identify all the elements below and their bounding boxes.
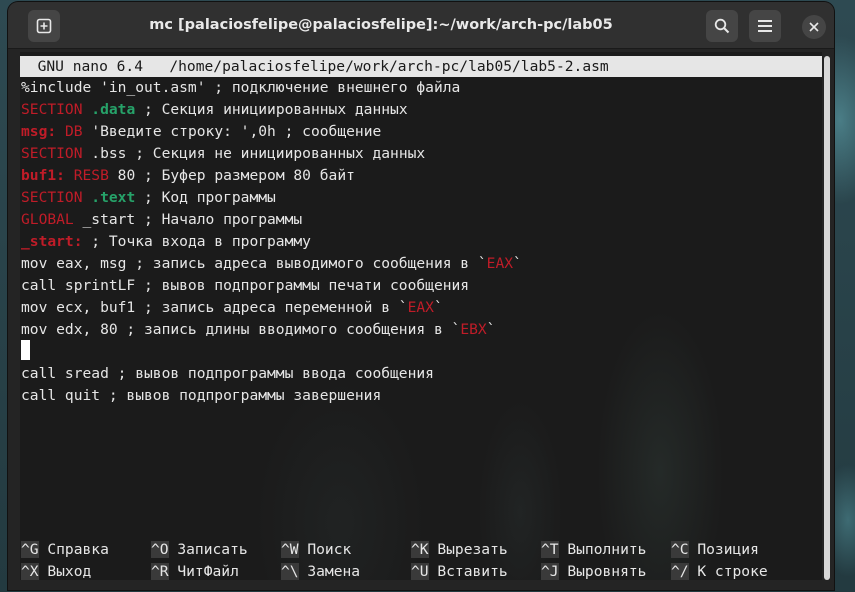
shortcut-key: ^/ (671, 563, 689, 580)
new-tab-glyph (36, 18, 52, 34)
shortcut-key: ^\ (281, 563, 299, 580)
editor-line[interactable]: SECTION .data ; Секция инициированных да… (21, 99, 408, 121)
code-token: ` (513, 255, 522, 272)
shortcut-key: ^T (541, 541, 559, 558)
shortcut-item[interactable]: ^W Поиск (281, 539, 351, 561)
shortcut-label: Выровнять (558, 563, 647, 580)
shortcut-label: Вырезать (428, 541, 508, 558)
code-token: .bss ; Секция не инициированных данных (82, 145, 426, 162)
window-title: mc [palaciosfelipe@palaciosfelipe]:~/wor… (149, 17, 613, 33)
shortcut-label: Вставить (428, 563, 508, 580)
code-token: mov ecx, buf1 ; запись адреса переменной… (21, 299, 408, 316)
code-token: .data (91, 101, 136, 118)
shortcut-key: ^X (21, 563, 39, 580)
search-glyph (714, 18, 730, 34)
shortcut-label: Справка (38, 541, 109, 558)
shortcut-label: Замена (298, 563, 361, 580)
shortcut-item[interactable]: ^O Записать (151, 539, 248, 561)
code-token: RESB (73, 167, 109, 184)
shortcut-item[interactable]: ^X Выход (21, 561, 91, 583)
code-token: 80 ; Буфер размером 80 байт (108, 167, 355, 184)
editor-line[interactable]: call sread ; вывов подпрограммы ввода со… (21, 363, 434, 385)
shortcut-item[interactable]: ^J Выровнять (541, 561, 646, 583)
editor-line[interactable]: mov edx, 80 ; запись длины вводимого соо… (21, 319, 495, 341)
shortcut-item[interactable]: ^C Позиция (671, 539, 759, 561)
code-token: mov eax, msg ; запись адреса выводимого … (21, 255, 487, 272)
code-token: 'Введите строку: ',0h ; сообщение (82, 123, 382, 140)
close-icon[interactable] (802, 15, 826, 39)
editor-line[interactable]: _start: ; Точка входа в программу (21, 231, 311, 253)
editor-line[interactable]: mov eax, msg ; запись адреса выводимого … (21, 253, 522, 275)
editor-line[interactable]: %include 'in_out.asm' ; подключение внеш… (21, 77, 460, 99)
code-token: ; Секция инициированных данных (135, 101, 408, 118)
code-token: EAX (407, 299, 434, 316)
editor-line[interactable]: call sprintLF ; вывов подпрограммы печат… (21, 275, 469, 297)
shortcut-label: Поиск (298, 541, 352, 558)
shortcut-item[interactable]: ^K Вырезать (411, 539, 508, 561)
code-token: SECTION (21, 145, 83, 162)
text-cursor (21, 340, 30, 360)
nano-header: GNU nano 6.4 /home/palaciosfelipe/work/a… (20, 56, 822, 77)
code-token: .text (91, 189, 136, 206)
editor-line[interactable]: SECTION .bss ; Секция не инициированных … (21, 143, 425, 165)
shortcut-item[interactable]: ^G Справка (21, 539, 109, 561)
close-glyph (809, 22, 819, 32)
shortcut-label: Позиция (688, 541, 759, 558)
code-token: SECTION (21, 101, 92, 118)
code-token: EBX (460, 321, 487, 338)
shortcut-item[interactable]: ^T Выполнить (541, 539, 646, 561)
editor-line[interactable]: msg: DB 'Введите строку: ',0h ; сообщени… (21, 121, 381, 143)
code-token: ; Точка входа в программу (82, 233, 311, 250)
code-token: %include 'in_out.asm' ; подключение внеш… (21, 79, 461, 96)
shortcut-item[interactable]: ^U Вставить (411, 561, 508, 583)
editor-line[interactable]: SECTION .text ; Код программы (21, 187, 276, 209)
new-tab-icon[interactable] (28, 10, 60, 42)
code-token: call sread ; вывов подпрограммы ввода со… (21, 365, 434, 382)
shortcut-key: ^K (411, 541, 429, 558)
terminal-window: mc [palaciosfelipe@palaciosfelipe]:~/wor… (8, 2, 834, 590)
code-token: ` (486, 321, 496, 338)
code-token: call quit ; вывов подпрограммы завершени… (21, 387, 382, 404)
shortcut-key: ^O (151, 541, 169, 558)
code-token: buf1: (21, 167, 65, 184)
shortcut-key: ^J (541, 563, 559, 580)
scrollbar[interactable] (824, 56, 830, 580)
editor-line[interactable]: call quit ; вывов подпрограммы завершени… (21, 385, 381, 407)
code-token: _start: (21, 233, 83, 250)
shortcut-label: Выполнить (558, 541, 647, 558)
hamburger-menu-icon[interactable] (749, 10, 781, 42)
code-token: DB (64, 123, 83, 140)
editor-line[interactable]: GLOBAL _start ; Начало программы (21, 209, 302, 231)
code-token: EAX (486, 255, 514, 272)
code-token: ` (433, 299, 443, 316)
editor-line[interactable]: mov ecx, buf1 ; запись адреса переменной… (21, 297, 443, 319)
shortcut-label: К строке (688, 563, 768, 580)
shortcut-key: ^R (151, 563, 169, 580)
shortcut-item[interactable]: ^/ К строке (671, 561, 768, 583)
code-token: mov edx, 80 ; запись длины вводимого соо… (21, 321, 461, 338)
titlebar: mc [palaciosfelipe@palaciosfelipe]:~/wor… (8, 2, 834, 49)
shortcut-key: ^G (21, 541, 39, 558)
shortcut-item[interactable]: ^R ЧитФайл (151, 561, 239, 583)
code-token: GLOBAL (21, 211, 74, 228)
code-token: ; Код программы (135, 189, 276, 206)
code-token: SECTION (21, 189, 92, 206)
code-token: call sprintLF ; вывов подпрограммы печат… (21, 277, 470, 294)
menu-glyph (758, 20, 772, 32)
shortcut-label: ЧитФайл (168, 563, 239, 580)
shortcut-label: Записать (168, 541, 248, 558)
shortcut-key: ^U (411, 563, 429, 580)
shortcut-label: Выход (38, 563, 92, 580)
shortcut-item[interactable]: ^\ Замена (281, 561, 360, 583)
shortcut-key: ^C (671, 541, 689, 558)
terminal-area[interactable]: GNU nano 6.4 /home/palaciosfelipe/work/a… (20, 52, 822, 580)
code-token: _start ; Начало программы (73, 211, 303, 228)
editor-line[interactable]: buf1: RESB 80 ; Буфер размером 80 байт (21, 165, 355, 187)
search-icon[interactable] (706, 10, 738, 42)
code-token: msg: (21, 123, 57, 140)
shortcut-key: ^W (281, 541, 299, 558)
